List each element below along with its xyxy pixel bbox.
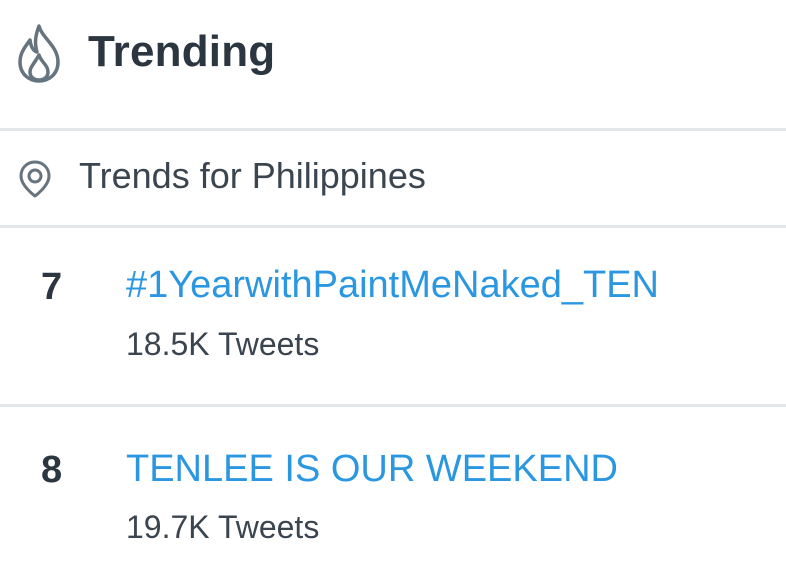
trend-rank: 8 <box>41 449 63 491</box>
trend-tweet-count: 19.7K Tweets <box>126 509 320 545</box>
trend-tweet-count: 18.5K Tweets <box>126 326 320 362</box>
location-label: Trends for Philippines <box>79 155 426 196</box>
trend-item[interactable]: 8 TENLEE IS OUR WEEKEND 19.7K Tweets <box>0 407 786 581</box>
page-title: Trending <box>88 27 276 76</box>
trending-header: Trending <box>0 0 786 128</box>
trend-name-link[interactable]: TENLEE IS OUR WEEKEND <box>126 450 618 488</box>
location-pin-icon <box>18 159 52 199</box>
trend-rank: 7 <box>41 266 63 308</box>
trend-item[interactable]: 7 #1YearwithPaintMeNaked_TEN 18.5K Tweet… <box>0 228 786 404</box>
trends-location-row[interactable]: Trends for Philippines <box>0 131 786 225</box>
trend-name-link[interactable]: #1YearwithPaintMeNaked_TEN <box>126 266 659 304</box>
flame-icon <box>12 22 66 84</box>
